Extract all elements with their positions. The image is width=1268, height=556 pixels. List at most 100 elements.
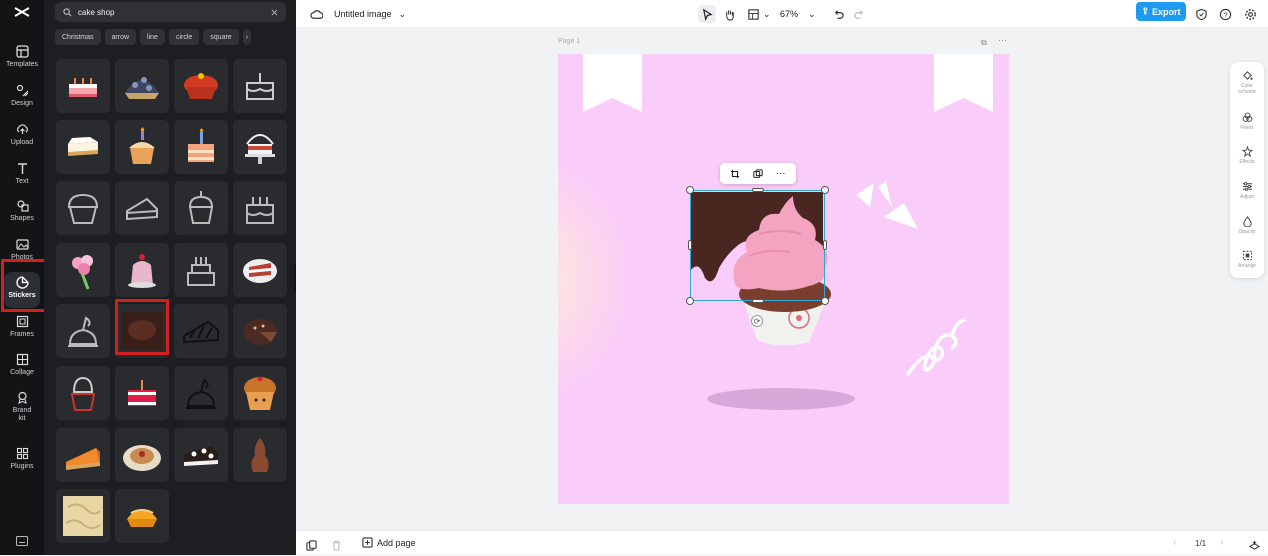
help-icon[interactable]: ? bbox=[1219, 5, 1232, 23]
sticker-chocolate-tart[interactable] bbox=[233, 304, 287, 358]
side-item-effects[interactable]: Effects bbox=[1230, 146, 1264, 165]
keyboard-icon[interactable] bbox=[16, 533, 28, 546]
side-item-color-scheme[interactable]: Color scheme bbox=[1230, 70, 1264, 95]
sticker-blueberry-tart[interactable] bbox=[115, 59, 169, 113]
sticker-cream-texture[interactable] bbox=[56, 489, 110, 543]
logo-icon[interactable] bbox=[13, 5, 31, 19]
shield-icon[interactable] bbox=[1195, 5, 1208, 23]
sticker-birthday-cupcake[interactable] bbox=[115, 120, 169, 174]
sticker-cake-outline[interactable] bbox=[233, 59, 287, 113]
sticker-cupcake-swirl[interactable] bbox=[56, 366, 110, 420]
crop-icon[interactable] bbox=[730, 169, 740, 179]
clear-search-icon[interactable] bbox=[271, 9, 278, 16]
sticker-orange-pie[interactable] bbox=[115, 489, 169, 543]
resize-handle-top-right[interactable] bbox=[821, 186, 829, 194]
zoom-control[interactable]: 67% ⌄ bbox=[780, 5, 816, 23]
sticker-flower-cake-pop[interactable] bbox=[56, 243, 110, 297]
settings-gear-icon[interactable] bbox=[1244, 5, 1257, 23]
rail-label: Brand kit bbox=[12, 407, 32, 422]
resize-handle-top[interactable] bbox=[752, 188, 764, 192]
page-more-icon[interactable]: ··· bbox=[998, 35, 1007, 45]
resize-handle-top-left[interactable] bbox=[686, 186, 694, 194]
layers-icon[interactable] bbox=[1248, 538, 1261, 556]
sticker-red-pudding[interactable] bbox=[174, 59, 228, 113]
side-item-filters[interactable]: Filters bbox=[1230, 112, 1264, 131]
rail-item-brand-kit[interactable]: Brand kit bbox=[0, 391, 44, 431]
sticker-cute-muffin[interactable] bbox=[233, 366, 287, 420]
resize-handle-bottom-left[interactable] bbox=[686, 297, 694, 305]
prev-page-icon[interactable]: ‹ bbox=[1173, 537, 1176, 548]
export-icon: ⇪ bbox=[1141, 6, 1150, 16]
rail-item-upload[interactable]: Upload bbox=[0, 123, 44, 159]
design-canvas[interactable]: ⟳ ··· bbox=[558, 54, 1009, 504]
selection-box[interactable] bbox=[690, 190, 825, 301]
sticker-layer-cake-candle[interactable] bbox=[174, 120, 228, 174]
hand-tool-button[interactable] bbox=[723, 5, 736, 23]
side-item-opacity[interactable]: Opacity bbox=[1230, 216, 1264, 235]
triangle-confetti bbox=[856, 181, 918, 229]
cloud-save-icon[interactable] bbox=[310, 5, 323, 23]
duplicate-icon[interactable] bbox=[753, 168, 763, 179]
sticker-cake-stand[interactable] bbox=[233, 120, 287, 174]
chevron-down-icon: ⌄ bbox=[398, 8, 407, 19]
redo-button[interactable] bbox=[853, 5, 866, 23]
rail-item-collage[interactable]: Collage bbox=[0, 353, 44, 389]
sticker-cake-slice-sketch[interactable] bbox=[174, 304, 228, 358]
resize-handle-left[interactable] bbox=[688, 240, 692, 250]
sticker-birthday-cake-outline[interactable] bbox=[233, 181, 287, 235]
sticker-dessert-line[interactable] bbox=[56, 304, 110, 358]
resize-button[interactable]: ⌄ bbox=[747, 5, 771, 23]
shapes-icon bbox=[16, 200, 29, 212]
document-title[interactable]: Untitled image ⌄ bbox=[334, 5, 406, 23]
undo-button[interactable] bbox=[832, 5, 845, 23]
editor-stage: Page 1 ⧉ ··· ⟳ ··· Color scheme Filters … bbox=[296, 28, 1268, 530]
more-options-icon[interactable]: ··· bbox=[776, 168, 786, 178]
search-bar[interactable] bbox=[55, 2, 286, 22]
search-input[interactable] bbox=[78, 7, 271, 17]
chip-christmas[interactable]: Christmas bbox=[55, 29, 101, 45]
pages-icon[interactable] bbox=[306, 538, 317, 556]
stickers-panel: Christmas arrow line circle square › ‹ bbox=[44, 0, 301, 555]
sticker-cheesecake[interactable] bbox=[56, 120, 110, 174]
rail-item-text[interactable]: Text bbox=[0, 162, 44, 198]
chip-more[interactable]: › bbox=[242, 29, 252, 45]
add-page-button[interactable]: Add page bbox=[362, 537, 416, 548]
rotate-handle[interactable]: ⟳ bbox=[751, 315, 763, 327]
export-button[interactable]: ⇪ Export bbox=[1136, 2, 1186, 21]
rail-label: Stickers bbox=[8, 292, 36, 299]
sticker-chocolate-cone[interactable] bbox=[233, 428, 287, 482]
side-item-arrange[interactable]: Arrange bbox=[1230, 250, 1264, 269]
sticker-pie-slice-outline[interactable] bbox=[115, 181, 169, 235]
side-item-adjust[interactable]: Adjust bbox=[1230, 181, 1264, 200]
chip-arrow[interactable]: arrow bbox=[104, 29, 137, 45]
next-page-icon[interactable]: › bbox=[1220, 537, 1223, 548]
side-item-label: Filters bbox=[1240, 125, 1254, 131]
sticker-red-birthday-cake[interactable] bbox=[115, 366, 169, 420]
duplicate-page-icon[interactable]: ⧉ bbox=[981, 38, 987, 48]
rail-item-frames[interactable]: Frames bbox=[0, 315, 44, 351]
sticker-pink-cake[interactable] bbox=[56, 59, 110, 113]
trash-icon[interactable] bbox=[331, 538, 342, 556]
sticker-jelly-pudding[interactable] bbox=[115, 243, 169, 297]
chip-line[interactable]: line bbox=[140, 29, 165, 45]
sticker-dessert-sketch[interactable] bbox=[174, 366, 228, 420]
rail-item-plugins[interactable]: Plugins bbox=[0, 447, 44, 483]
chip-circle[interactable]: circle bbox=[168, 29, 200, 45]
sticker-cupcake-outline[interactable] bbox=[56, 181, 110, 235]
resize-handle-bottom-right[interactable] bbox=[821, 297, 829, 305]
category-chips: Christmas arrow line circle square › bbox=[55, 29, 286, 45]
resize-handle-right[interactable] bbox=[823, 240, 827, 250]
sticker-tart-plate[interactable] bbox=[115, 428, 169, 482]
sticker-red-velvet-slice[interactable] bbox=[233, 243, 287, 297]
resize-handle-bottom[interactable] bbox=[752, 299, 764, 303]
sticker-cupcake-line[interactable] bbox=[174, 181, 228, 235]
rail-label: Upload bbox=[10, 139, 34, 146]
rail-item-design[interactable]: Design bbox=[0, 84, 44, 120]
chip-square[interactable]: square bbox=[203, 29, 239, 45]
sticker-pumpkin-pie-slice[interactable] bbox=[56, 428, 110, 482]
sticker-tiered-cake-outline[interactable] bbox=[174, 243, 228, 297]
rail-item-templates[interactable]: Templates bbox=[0, 45, 44, 81]
sticker-oreo-cake[interactable] bbox=[174, 428, 228, 482]
select-tool-button[interactable] bbox=[698, 5, 716, 23]
rail-item-shapes[interactable]: Shapes bbox=[0, 199, 44, 235]
